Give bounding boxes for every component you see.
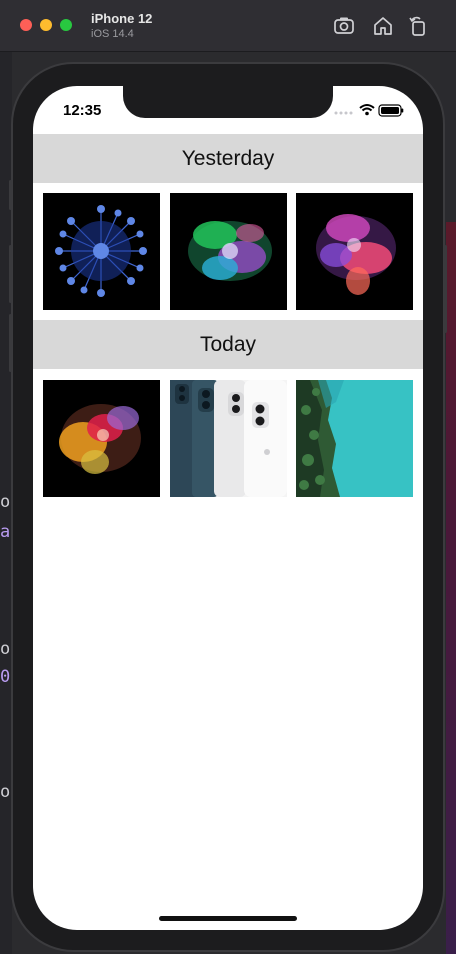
battery-icon bbox=[378, 104, 404, 117]
forest-coast-aerial-photo bbox=[296, 380, 413, 497]
volume-down-button bbox=[9, 314, 12, 372]
minimize-window-button[interactable] bbox=[40, 19, 52, 31]
photo-thumbnail[interactable] bbox=[170, 193, 287, 310]
section-header-yesterday: Yesterday bbox=[33, 134, 423, 183]
photo-thumbnail[interactable] bbox=[170, 380, 287, 497]
home-indicator[interactable] bbox=[159, 916, 297, 921]
home-icon[interactable] bbox=[371, 14, 395, 38]
section-header-today: Today bbox=[33, 320, 423, 369]
device-name: iPhone 12 bbox=[91, 11, 153, 26]
blue-sphere-photo bbox=[43, 193, 160, 310]
volume-up-button bbox=[9, 245, 12, 303]
photo-thumbnail[interactable] bbox=[43, 380, 160, 497]
status-icons bbox=[334, 104, 404, 117]
photo-thumbnail[interactable] bbox=[43, 193, 160, 310]
silent-switch bbox=[9, 180, 12, 210]
wifi-icon bbox=[359, 104, 375, 116]
simulator-titlebar: iPhone 12 iOS 14.4 bbox=[0, 0, 456, 52]
pink-powder-burst-photo bbox=[296, 193, 413, 310]
rotate-icon[interactable] bbox=[406, 14, 430, 38]
notch bbox=[123, 86, 333, 118]
close-window-button[interactable] bbox=[20, 19, 32, 31]
power-button bbox=[444, 245, 447, 333]
green-powder-burst-photo bbox=[170, 193, 287, 310]
photo-thumbnail[interactable] bbox=[296, 380, 413, 497]
wallpaper-strip bbox=[446, 222, 456, 954]
os-version: iOS 14.4 bbox=[91, 28, 134, 40]
code-fragment: 0 bbox=[0, 667, 11, 687]
code-fragment: a bbox=[0, 522, 11, 542]
photo-thumbnail[interactable] bbox=[296, 193, 413, 310]
zoom-window-button[interactable] bbox=[60, 19, 72, 31]
iphone-12-phones-photo bbox=[170, 380, 287, 497]
device-screen: 12:35 Yesterday Today bbox=[33, 86, 423, 930]
orange-powder-burst-photo bbox=[43, 380, 160, 497]
cellular-icon bbox=[334, 111, 353, 115]
status-time: 12:35 bbox=[63, 102, 102, 119]
screenshot-icon[interactable] bbox=[332, 14, 356, 38]
